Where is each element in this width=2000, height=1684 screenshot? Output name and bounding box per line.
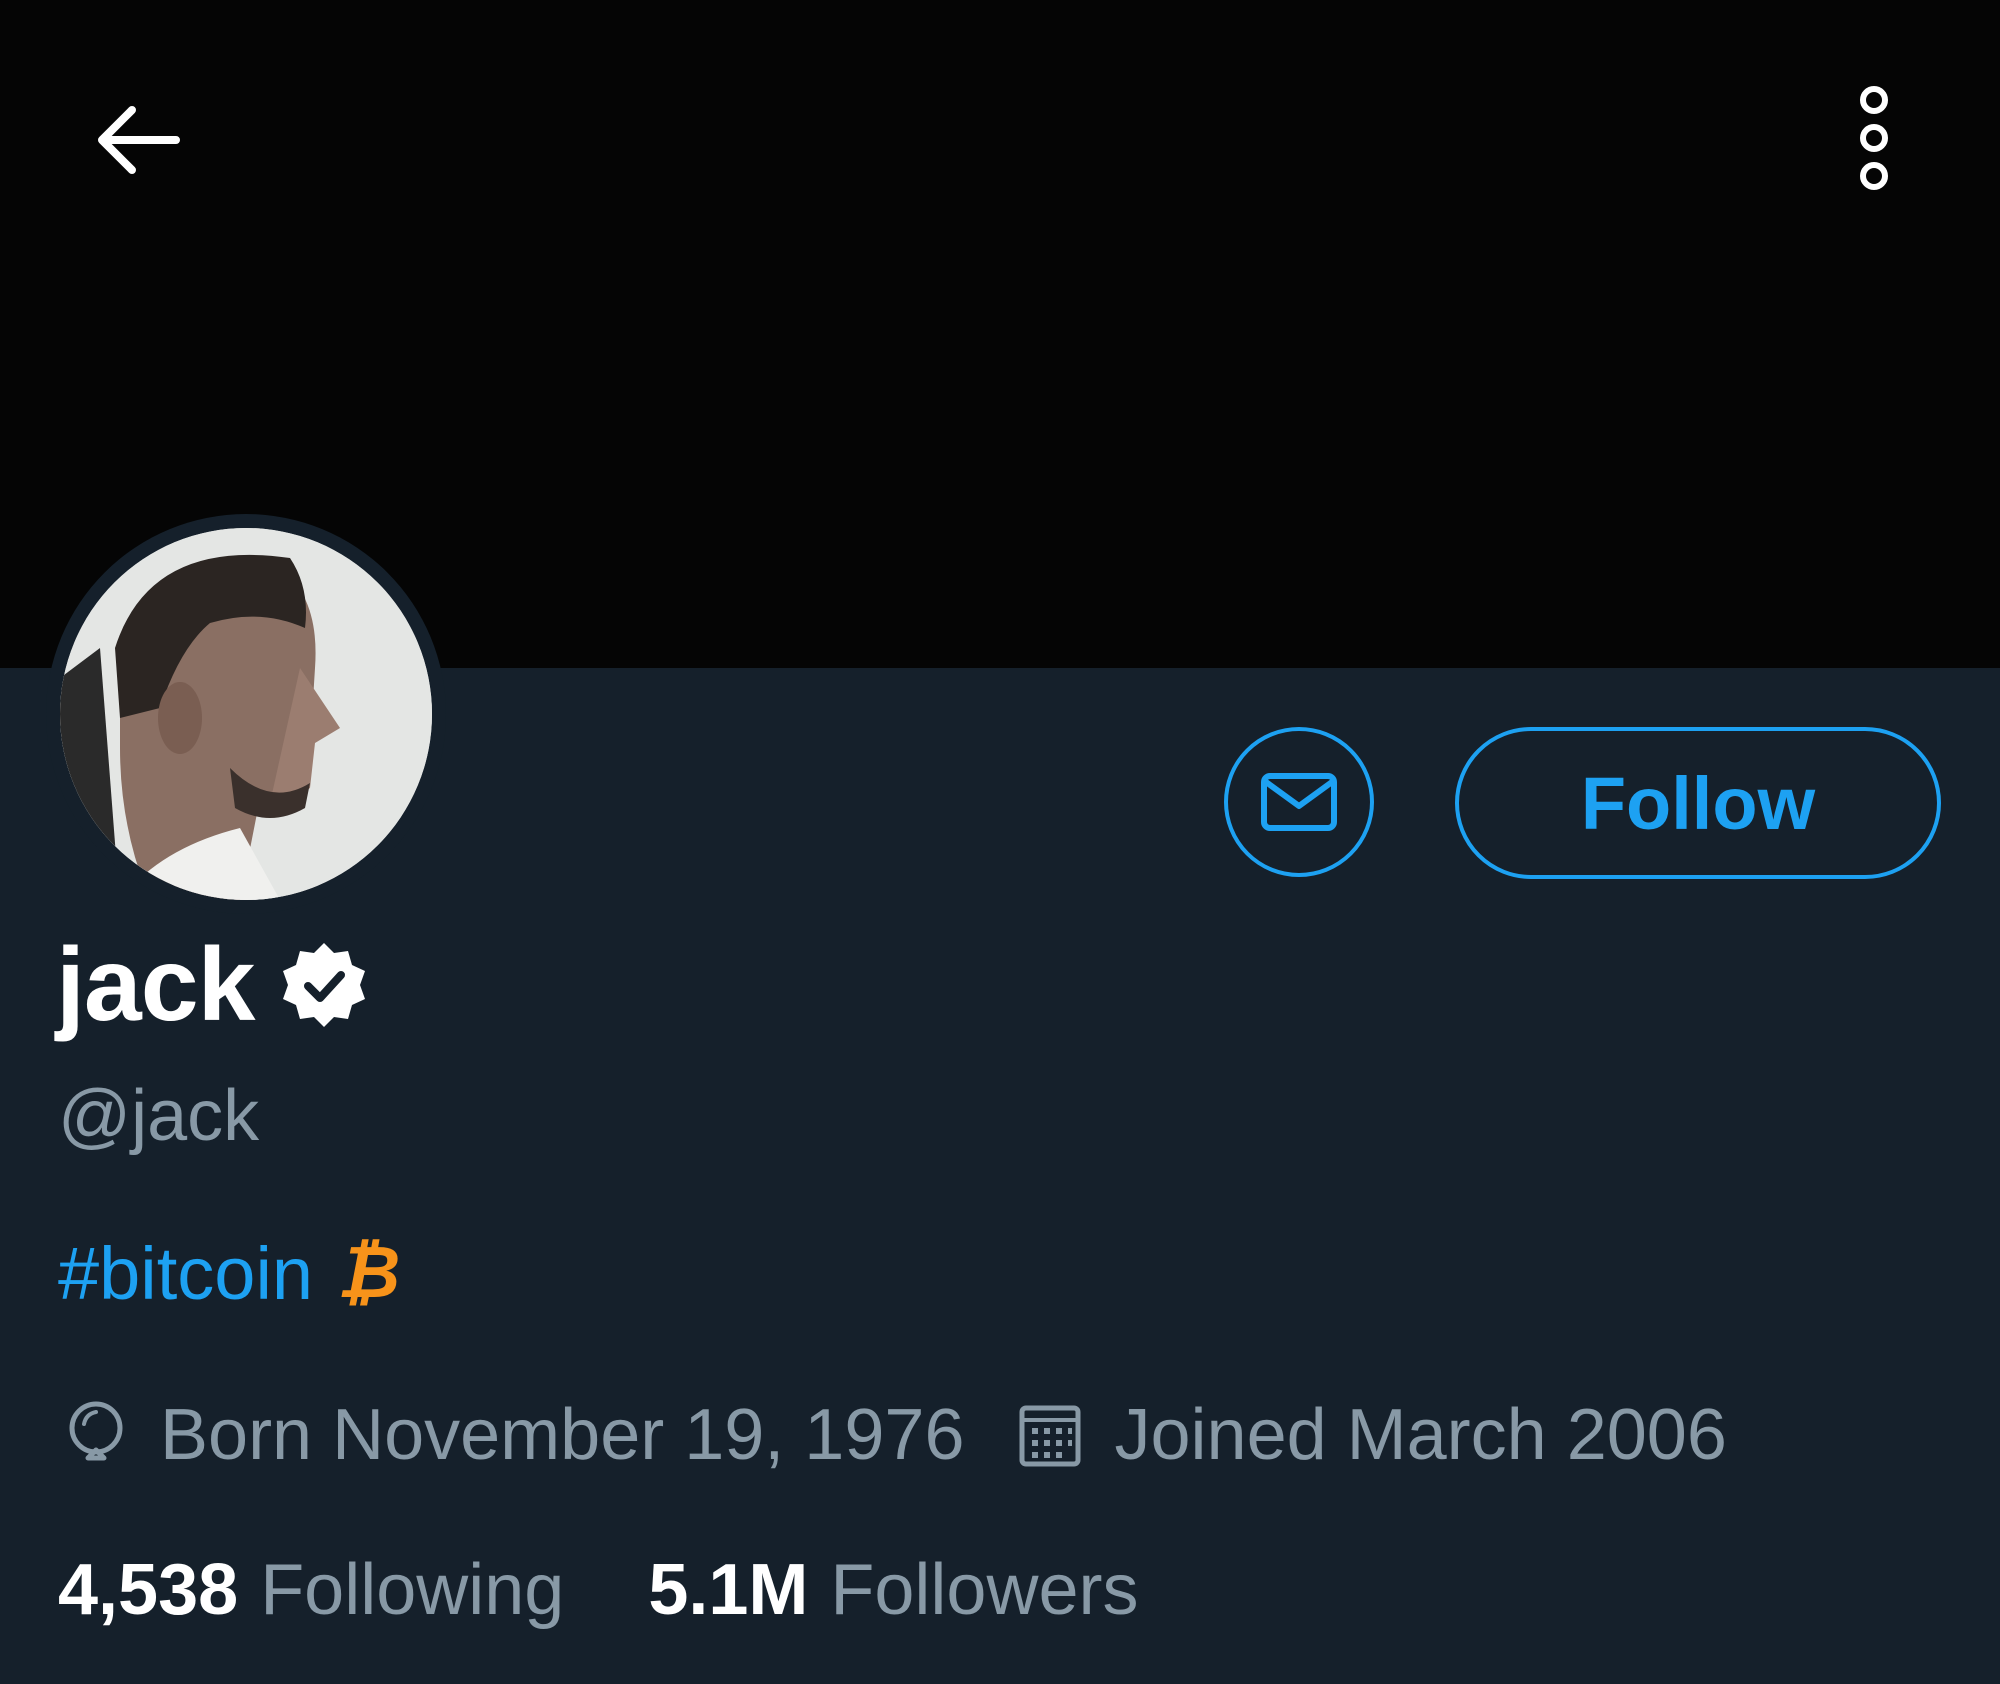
bio: #bitcoin ₿: [58, 1230, 400, 1316]
followers-stat[interactable]: 5.1M Followers: [648, 1549, 1138, 1631]
profile-stats: 4,538 Following 5.1M Followers: [58, 1545, 1138, 1635]
followers-count: 5.1M: [648, 1550, 809, 1630]
follow-button[interactable]: Follow: [1455, 727, 1941, 879]
calendar-icon: [1019, 1405, 1081, 1467]
back-button[interactable]: [92, 100, 182, 180]
display-name: jack: [56, 926, 255, 1043]
birth-date: Born November 19, 1976: [160, 1395, 965, 1475]
name-row: jack: [56, 927, 370, 1043]
join-date: Joined March 2006: [1114, 1395, 1727, 1475]
following-stat[interactable]: 4,538 Following: [58, 1549, 564, 1631]
profile-photo: [60, 528, 432, 900]
avatar-frame: [46, 514, 446, 914]
following-count: 4,538: [58, 1550, 239, 1630]
verified-badge-icon: [283, 943, 366, 1027]
message-button[interactable]: [1224, 727, 1374, 877]
following-label: Following: [260, 1550, 565, 1630]
avatar[interactable]: [60, 528, 432, 900]
more-options-button[interactable]: [1844, 78, 1904, 198]
balloon-icon: [69, 1401, 123, 1461]
more-vertical-icon: [1860, 86, 1888, 190]
profile-meta: Born November 19, 1976 Joined March 2006: [64, 1390, 1727, 1480]
followers-label: Followers: [830, 1550, 1139, 1630]
bio-hashtag-link[interactable]: #bitcoin: [58, 1231, 313, 1316]
arrow-left-icon: [98, 106, 180, 174]
handle: @jack: [58, 1076, 260, 1156]
bitcoin-icon: ₿: [337, 1233, 401, 1313]
envelope-icon: [1261, 773, 1337, 831]
